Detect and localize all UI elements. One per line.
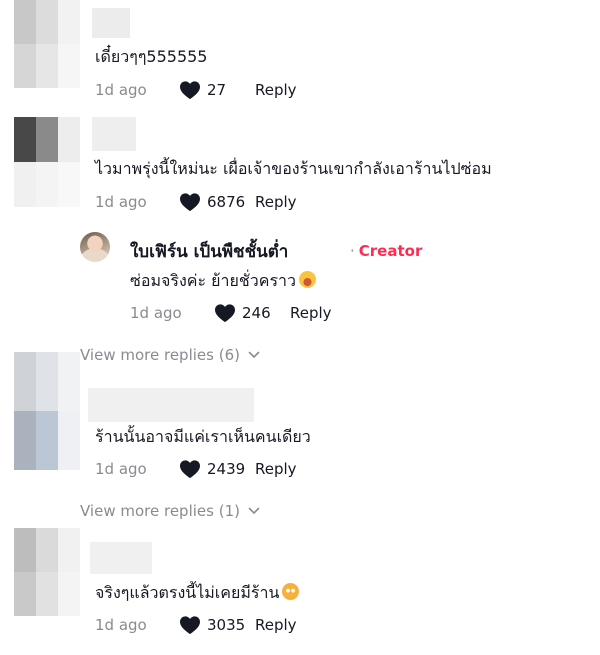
comment-text-row: จริงๆแล้วตรงนี้ไม่เคยมีร้าน bbox=[95, 581, 300, 606]
blurred-username[interactable] bbox=[92, 8, 130, 38]
heart-icon bbox=[180, 460, 200, 479]
view-more-replies[interactable]: View more replies (6) bbox=[80, 346, 260, 364]
comment-date: 1d ago bbox=[95, 193, 147, 211]
reply-text-row: ซ่อมจริงค่ะ ย้ายชั่วคราว bbox=[130, 269, 317, 294]
reply-button[interactable]: Reply bbox=[255, 616, 297, 634]
blurred-avatar[interactable] bbox=[14, 528, 80, 616]
like-button[interactable]: 246 bbox=[214, 303, 290, 323]
reply-button[interactable]: Reply bbox=[290, 304, 332, 322]
view-more-label: View more replies (6) bbox=[80, 346, 240, 364]
blurred-username[interactable] bbox=[92, 117, 136, 151]
reply-text: ซ่อมจริงค่ะ ย้ายชั่วคราว bbox=[130, 271, 297, 290]
reply-button[interactable]: Reply bbox=[255, 81, 297, 99]
creator-name[interactable]: ใบเฟิร์น เป็นพืชชั้นต่ำ bbox=[130, 238, 288, 265]
comment-text: ไวมาพรุ่งนี้ใหม่นะ เผื่อเจ้าของร้านเขากำ… bbox=[95, 159, 492, 178]
like-button[interactable]: 6876 bbox=[179, 192, 255, 212]
flushed-emoji-icon bbox=[282, 583, 300, 600]
comment-date: 1d ago bbox=[95, 616, 147, 634]
comment-text: เดี๋ยวๆๆ555555 bbox=[95, 47, 208, 66]
like-button[interactable]: 27 bbox=[179, 80, 255, 100]
blurred-avatar[interactable] bbox=[14, 0, 80, 88]
like-count: 246 bbox=[242, 304, 271, 322]
creator-label: Creator bbox=[358, 242, 423, 260]
like-button[interactable]: 3035 bbox=[179, 615, 255, 635]
like-count: 3035 bbox=[207, 616, 246, 634]
chevron-down-icon bbox=[248, 507, 260, 515]
comment-date: 1d ago bbox=[95, 81, 147, 99]
comment-meta: 1d ago 2439 Reply bbox=[95, 458, 297, 480]
reply-meta: 1d ago 246 Reply bbox=[130, 302, 332, 324]
like-count: 2439 bbox=[207, 460, 246, 478]
comment-meta: 1d ago 3035 Reply bbox=[95, 614, 297, 636]
creator-badge: · Creator bbox=[350, 242, 423, 260]
laughing-emoji-icon bbox=[299, 271, 317, 288]
comment-date: 1d ago bbox=[95, 460, 147, 478]
blurred-username[interactable] bbox=[90, 542, 152, 574]
creator-avatar[interactable] bbox=[80, 232, 110, 262]
comment-text: จริงๆแล้วตรงนี้ไม่เคยมีร้าน bbox=[95, 583, 280, 602]
blurred-username[interactable] bbox=[88, 388, 254, 422]
chevron-down-icon bbox=[248, 351, 260, 359]
heart-icon bbox=[180, 616, 200, 635]
comment-text: ร้านนั้นอาจมีแค่เราเห็นคนเดียว bbox=[95, 427, 311, 446]
view-more-label: View more replies (1) bbox=[80, 502, 240, 520]
heart-icon bbox=[180, 193, 200, 212]
reply-date: 1d ago bbox=[130, 304, 182, 322]
like-count: 6876 bbox=[207, 193, 246, 211]
comment-meta: 1d ago 27 Reply bbox=[95, 79, 297, 101]
heart-icon bbox=[215, 304, 235, 323]
view-more-replies[interactable]: View more replies (1) bbox=[80, 502, 260, 520]
reply-button[interactable]: Reply bbox=[255, 460, 297, 478]
like-button[interactable]: 2439 bbox=[179, 459, 255, 479]
comment-meta: 1d ago 6876 Reply bbox=[95, 191, 297, 213]
reply-button[interactable]: Reply bbox=[255, 193, 297, 211]
heart-icon bbox=[180, 81, 200, 100]
blurred-avatar[interactable] bbox=[14, 352, 80, 470]
blurred-avatar[interactable] bbox=[14, 117, 80, 207]
like-count: 27 bbox=[207, 81, 227, 99]
